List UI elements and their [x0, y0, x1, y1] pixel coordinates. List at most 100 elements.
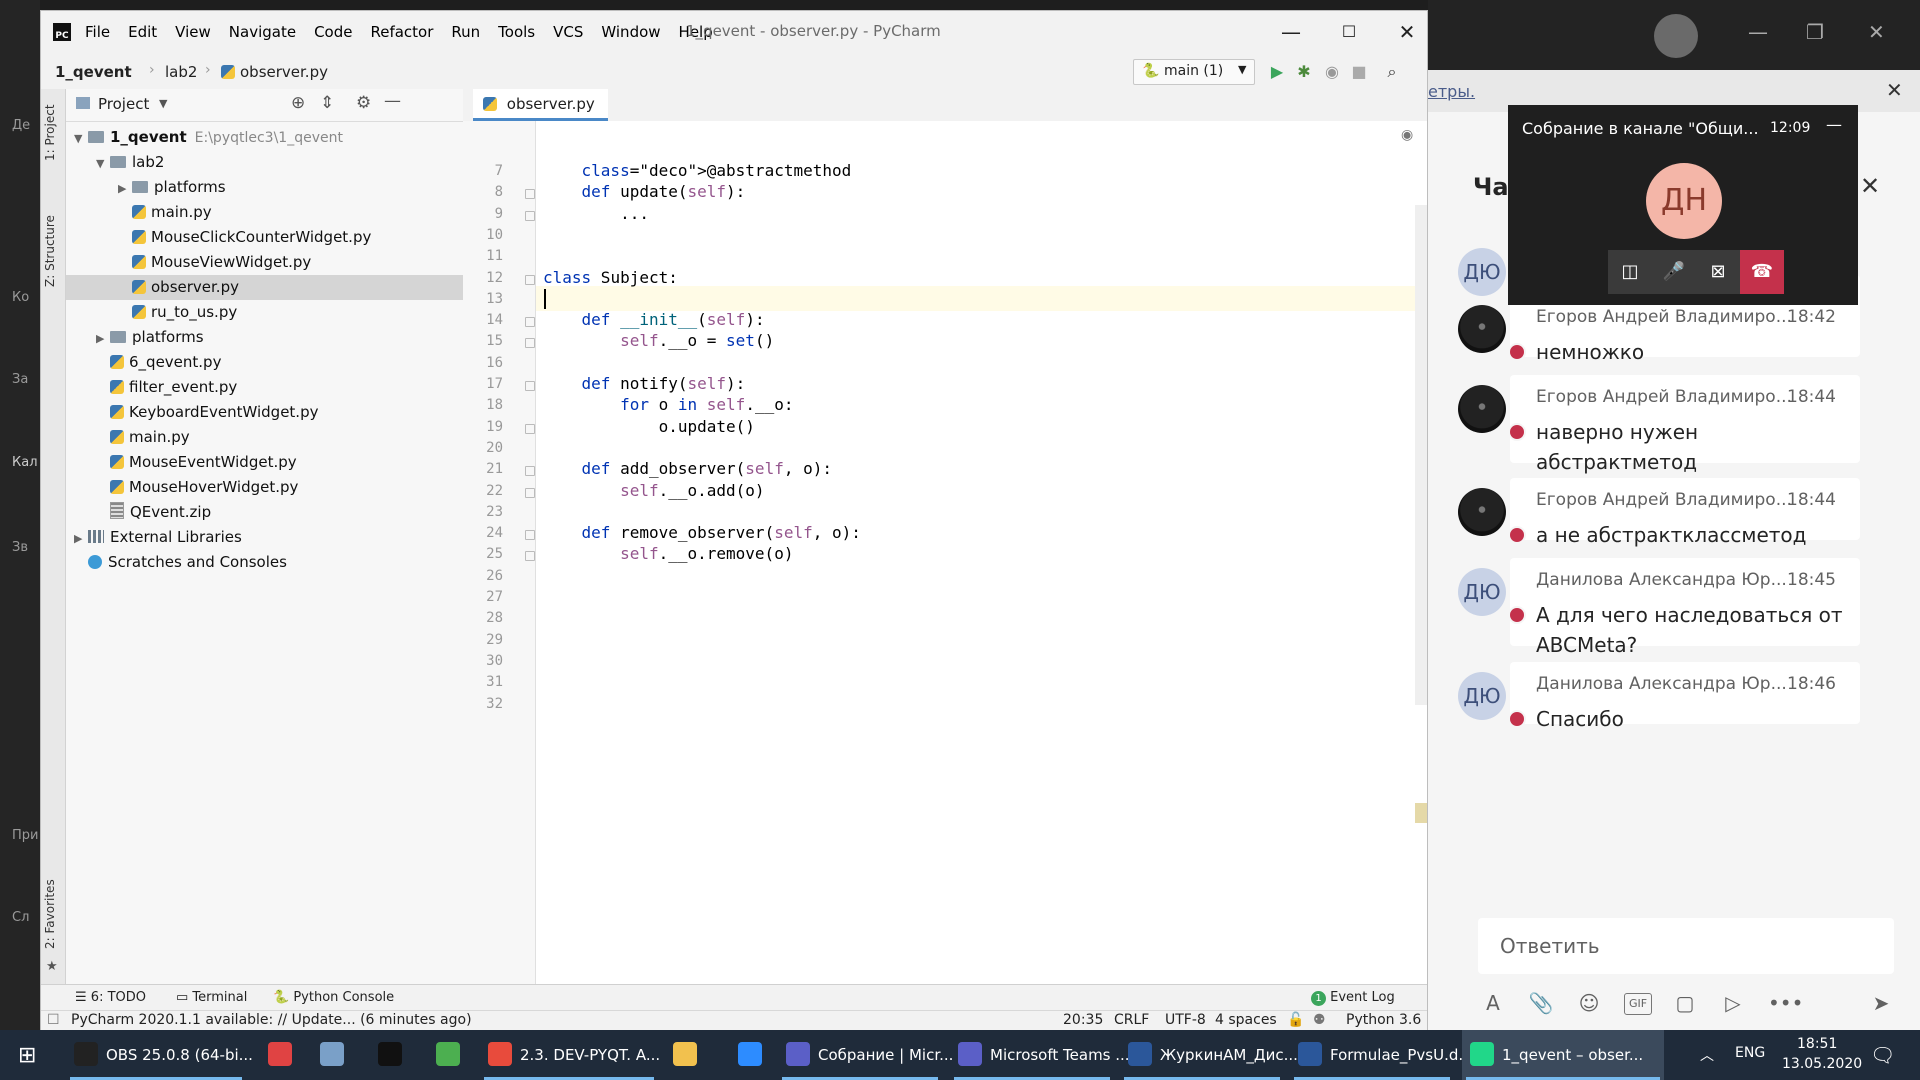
- fold-marker[interactable]: [525, 423, 535, 434]
- menu-code[interactable]: Code: [314, 23, 352, 41]
- avatar[interactable]: [1458, 305, 1506, 353]
- code-line[interactable]: self.__o = set(): [543, 331, 774, 350]
- taskbar-item[interactable]: [665, 1030, 713, 1080]
- tree-item[interactable]: QEvent.zip: [66, 500, 463, 525]
- code-line[interactable]: def __init__(self):: [543, 310, 765, 329]
- breadcrumb-file[interactable]: observer.py: [221, 63, 328, 81]
- tree-item[interactable]: ▶ platforms: [66, 325, 463, 350]
- taskbar-item[interactable]: [312, 1030, 360, 1080]
- taskbar-item[interactable]: Microsoft Teams ...: [950, 1030, 1130, 1080]
- run-icon[interactable]: ▶: [1266, 61, 1288, 83]
- file-encoding[interactable]: UTF-8: [1165, 1012, 1206, 1028]
- clock-time[interactable]: 18:51: [1797, 1036, 1837, 1052]
- chevron-down-icon[interactable]: ▼: [74, 126, 88, 151]
- chevron-down-icon[interactable]: ▼: [159, 97, 167, 110]
- close-icon[interactable]: ✕: [1868, 20, 1885, 44]
- chat-message[interactable]: Данилова Александра Юр... 18:46 Спасибо: [1510, 662, 1860, 731]
- tree-item[interactable]: observer.py: [66, 275, 463, 300]
- taskbar-item[interactable]: 1_qevent – obser...: [1462, 1030, 1664, 1080]
- fold-marker[interactable]: [525, 466, 535, 477]
- chevron-up-icon[interactable]: ︿: [1700, 1045, 1714, 1065]
- taskbar-item[interactable]: [370, 1030, 418, 1080]
- maximize-icon[interactable]: ☐: [1334, 17, 1364, 47]
- minimize-icon[interactable]: —: [1748, 20, 1768, 44]
- stop-icon[interactable]: ■: [1348, 61, 1370, 83]
- caret-position[interactable]: 20:35: [1063, 1012, 1103, 1028]
- clock-date[interactable]: 13.05.2020: [1782, 1056, 1862, 1072]
- tab-project[interactable]: 1: Project: [43, 104, 57, 161]
- tree-item[interactable]: filter_event.py: [66, 375, 463, 400]
- tab-structure[interactable]: Z: Structure: [43, 215, 57, 287]
- code-line[interactable]: self.__o.remove(o): [543, 544, 793, 563]
- schedule-icon[interactable]: ▷: [1720, 990, 1746, 1016]
- fold-marker[interactable]: [525, 487, 535, 498]
- menu-view[interactable]: View: [175, 23, 211, 41]
- chat-message[interactable]: Егоров Андрей Владимиро... 18:44 наверно н…: [1510, 375, 1860, 474]
- tree-item[interactable]: KeyboardEventWidget.py: [66, 400, 463, 425]
- avatar[interactable]: ДЮ: [1458, 248, 1506, 296]
- gear-icon[interactable]: ⚙: [356, 93, 371, 113]
- fold-marker[interactable]: [525, 338, 535, 349]
- banner-link[interactable]: етры.: [1428, 82, 1475, 101]
- breadcrumb-folder[interactable]: lab2: [165, 63, 197, 81]
- tree-item[interactable]: ru_to_us.py: [66, 300, 463, 325]
- camera-off-icon[interactable]: ◫: [1608, 250, 1652, 294]
- minimize-icon[interactable]: —: [1826, 115, 1842, 134]
- tree-item[interactable]: MouseEventWidget.py: [66, 450, 463, 475]
- code-line[interactable]: def add_observer(self, o):: [543, 459, 832, 478]
- fold-marker[interactable]: [525, 210, 535, 221]
- notification-icon[interactable]: 🗨: [1870, 1043, 1895, 1067]
- fold-marker[interactable]: [525, 274, 535, 285]
- fold-marker[interactable]: [525, 189, 535, 200]
- line-separator[interactable]: CRLF: [1114, 1012, 1149, 1028]
- chat-message[interactable]: Егоров Андрей Владимиро... 18:44 а не абст…: [1510, 478, 1860, 547]
- status-message[interactable]: PyCharm 2020.1.1 available: // Update...…: [71, 1012, 472, 1028]
- tree-item[interactable]: Scratches and Consoles: [66, 550, 463, 575]
- menu-refactor[interactable]: Refactor: [370, 23, 433, 41]
- vertical-scrollbar[interactable]: [1415, 205, 1427, 705]
- close-icon[interactable]: ✕: [1886, 78, 1903, 102]
- taskbar-item[interactable]: 2.3. DEV-PYQT. A...: [480, 1030, 660, 1080]
- code-line[interactable]: self.__o.add(o): [543, 481, 765, 500]
- chevron-right-icon[interactable]: ▶: [74, 526, 88, 551]
- fold-marker[interactable]: [525, 381, 535, 391]
- fold-marker[interactable]: [525, 317, 535, 328]
- avatar[interactable]: [1458, 488, 1506, 536]
- python-console-tab[interactable]: 🐍 Python Console: [273, 990, 394, 1005]
- share-screen-icon[interactable]: ⊠: [1696, 250, 1740, 294]
- close-chat-icon[interactable]: ✕: [1860, 172, 1880, 200]
- windows-start-icon[interactable]: ⊞: [18, 1043, 36, 1068]
- language-indicator[interactable]: ENG: [1735, 1045, 1765, 1061]
- menu-navigate[interactable]: Navigate: [229, 23, 296, 41]
- user-avatar[interactable]: [1654, 14, 1698, 58]
- tree-item[interactable]: MouseHoverWidget.py: [66, 475, 463, 500]
- restore-icon[interactable]: ❐: [1806, 20, 1824, 44]
- avatar[interactable]: [1458, 385, 1506, 433]
- menu-edit[interactable]: Edit: [128, 23, 157, 41]
- code-line[interactable]: o.update(): [543, 417, 755, 436]
- menu-run[interactable]: Run: [451, 23, 480, 41]
- run-configuration-select[interactable]: 🐍 main (1) ▼: [1133, 59, 1255, 85]
- tree-item[interactable]: ▶ External Libraries: [66, 525, 463, 550]
- tree-item[interactable]: ▼ lab2: [66, 150, 463, 175]
- inspector-icon[interactable]: ⚉: [1313, 1012, 1326, 1028]
- tree-item[interactable]: ▶ platforms: [66, 175, 463, 200]
- taskbar-item[interactable]: Собрание | Micr...: [778, 1030, 953, 1080]
- code-line[interactable]: ...: [543, 204, 649, 223]
- lock-icon[interactable]: 🔓: [1287, 1012, 1304, 1028]
- tab-favorites[interactable]: 2: Favorites: [43, 879, 57, 949]
- chevron-down-icon[interactable]: ▼: [96, 151, 110, 176]
- terminal-tab[interactable]: ▭ Terminal: [176, 990, 247, 1005]
- collapse-all-icon[interactable]: ⇕: [320, 93, 334, 113]
- format-icon[interactable]: A: [1480, 990, 1506, 1016]
- taskbar-item[interactable]: [730, 1030, 778, 1080]
- tree-item[interactable]: main.py: [66, 200, 463, 225]
- avatar[interactable]: ДЮ: [1458, 568, 1506, 616]
- fold-marker[interactable]: [525, 551, 535, 562]
- tree-item[interactable]: MouseViewWidget.py: [66, 250, 463, 275]
- indent-setting[interactable]: 4 spaces: [1215, 1012, 1277, 1028]
- todo-tab[interactable]: ☰ 6: TODO: [75, 990, 146, 1005]
- locate-icon[interactable]: ⊕: [291, 93, 305, 113]
- code-line[interactable]: def update(self):: [543, 182, 746, 201]
- send-icon[interactable]: ➤: [1868, 990, 1894, 1016]
